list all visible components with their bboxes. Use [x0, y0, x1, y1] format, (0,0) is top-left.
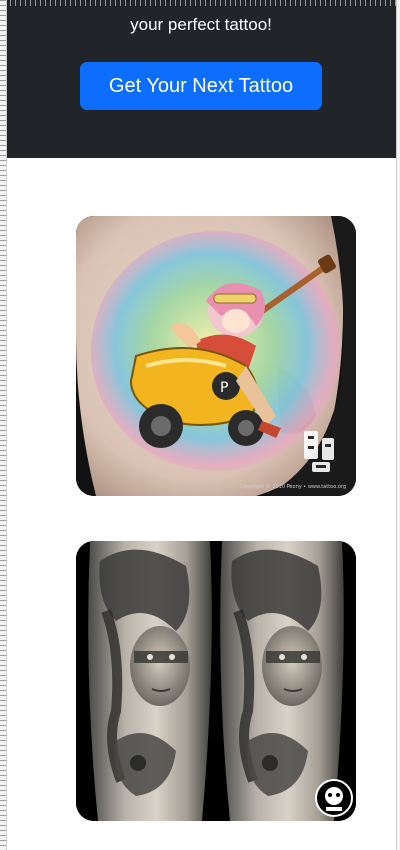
page-viewport: your perfect tattoo! Get Your Next Tatto…: [0, 0, 400, 850]
hero-tagline: your perfect tattoo!: [130, 15, 272, 34]
left-ruler: [0, 0, 7, 850]
get-next-tattoo-button[interactable]: Get Your Next Tattoo: [80, 62, 322, 110]
image-copyright-caption: Copyright © 2010 Peony • www.tattoo.org: [239, 484, 346, 490]
right-edge-strip: [396, 0, 400, 850]
anime-vespa-tattoo-image: P: [76, 216, 356, 496]
top-ruler: [0, 0, 400, 6]
warrior-woman-tattoo-image: [76, 541, 356, 821]
gallery-image-anime-vespa[interactable]: P Copyright © 2010 Peony • www.tattoo.or…: [76, 216, 356, 496]
hero-section: your perfect tattoo! Get Your Next Tatto…: [6, 0, 396, 158]
studio-logo-badge: [315, 779, 353, 817]
gallery-image-warrior-woman[interactable]: [76, 541, 356, 821]
svg-text:P: P: [220, 380, 228, 396]
